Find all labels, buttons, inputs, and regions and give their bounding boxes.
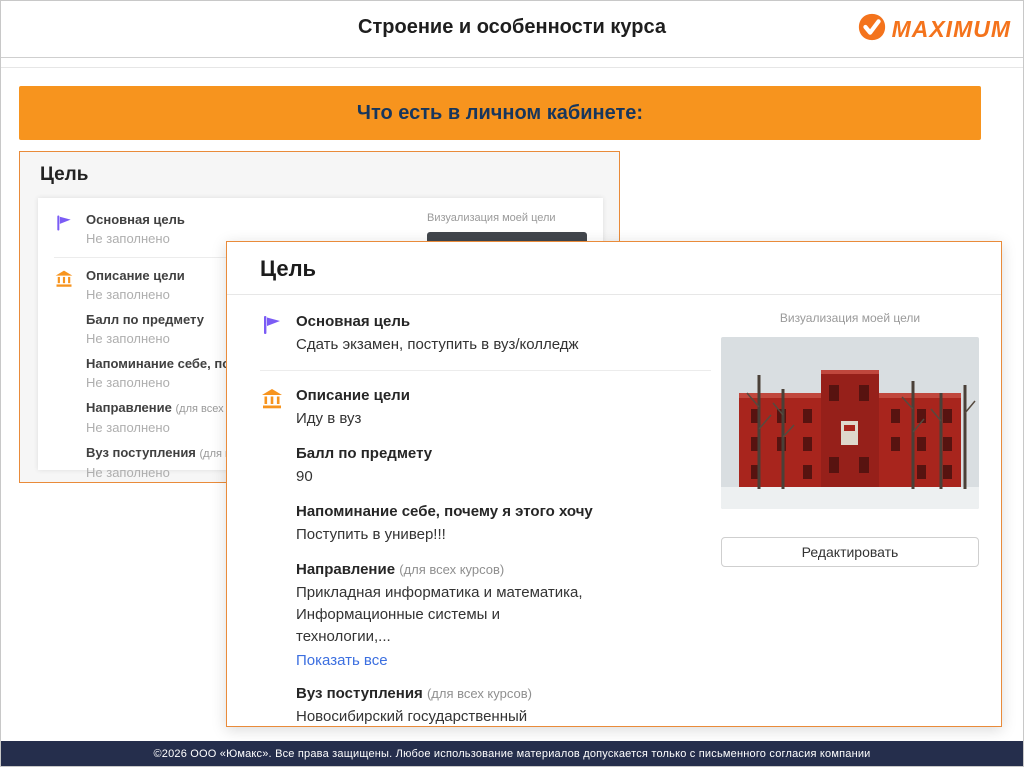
field-label: Вуз поступления (для всех курсов) <box>296 683 596 704</box>
field-value: Не заполнено <box>86 286 185 303</box>
field-value: Прикладная информатика и математика, Инф… <box>296 582 596 648</box>
card-title: Цель <box>20 152 619 186</box>
goal-row-university: Вуз поступления (для всех курсов) Новоси… <box>260 683 711 727</box>
field-value: Сдать экзамен, поступить в вуз/колледж <box>296 334 579 356</box>
field-label: Основная цель <box>296 311 579 332</box>
field-value: Поступить в универ!!! <box>296 524 593 546</box>
goal-row-description: Описание цели Иду в вуз <box>260 385 711 430</box>
visualization-block: Визуализация моей цели <box>721 311 979 727</box>
header-divider <box>1 67 1023 68</box>
goal-row-reminder: Напоминание себе, почему я этого хочу По… <box>260 501 711 546</box>
check-icon <box>857 12 887 47</box>
flag-icon <box>54 212 86 247</box>
goal-row-score: Балл по предмету 90 <box>260 443 711 488</box>
visualization-label: Визуализация моей цели <box>427 212 587 224</box>
section-banner: Что есть в личном кабинете: <box>19 86 981 140</box>
brand-logo: MAXIMUM <box>857 12 1011 47</box>
section-title: Что есть в личном кабинете: <box>357 102 643 125</box>
field-label: Балл по предмету <box>296 443 432 464</box>
goal-image <box>721 337 979 509</box>
show-all-link[interactable]: Показать все <box>296 652 388 669</box>
field-label: Напоминание себе, почему я этого хочу <box>296 501 593 522</box>
goal-fields: Основная цель Сдать экзамен, поступить в… <box>260 311 721 727</box>
bank-icon <box>260 385 296 430</box>
field-value: 90 <box>296 466 432 488</box>
visualization-label: Визуализация моей цели <box>721 311 979 325</box>
header: Строение и особенности курса MAXIMUM <box>1 1 1023 58</box>
copyright-text: ©2026 ООО «Юмакс». Все права защищены. Л… <box>153 748 870 760</box>
field-label: Описание цели <box>296 385 410 406</box>
field-value: Не заполнено <box>86 230 185 247</box>
slide: Строение и особенности курса MAXIMUM Что… <box>0 0 1024 767</box>
card-title: Цель <box>227 242 1001 282</box>
goal-row-direction: Направление (для всех курсов) Прикладная… <box>260 559 711 670</box>
goal-row-main: Основная цель Сдать экзамен, поступить в… <box>260 311 711 371</box>
field-value: Новосибирский государственный технически… <box>296 706 596 727</box>
goal-card-filled: Цель Основная цель Сдать экзамен, поступ… <box>226 241 1002 727</box>
logo-text: MAXIMUM <box>892 16 1011 43</box>
field-value: Не заполнено <box>86 330 204 347</box>
field-label: Описание цели <box>86 268 185 284</box>
bank-icon <box>54 268 86 303</box>
edit-button[interactable]: Редактировать <box>721 537 979 567</box>
footer: ©2026 ООО «Юмакс». Все права защищены. Л… <box>1 741 1023 766</box>
field-label: Балл по предмету <box>86 312 204 328</box>
field-label: Направление (для всех курсов) <box>296 559 596 580</box>
flag-icon <box>260 311 296 356</box>
field-value: Иду в вуз <box>296 408 410 430</box>
field-label: Основная цель <box>86 212 185 228</box>
